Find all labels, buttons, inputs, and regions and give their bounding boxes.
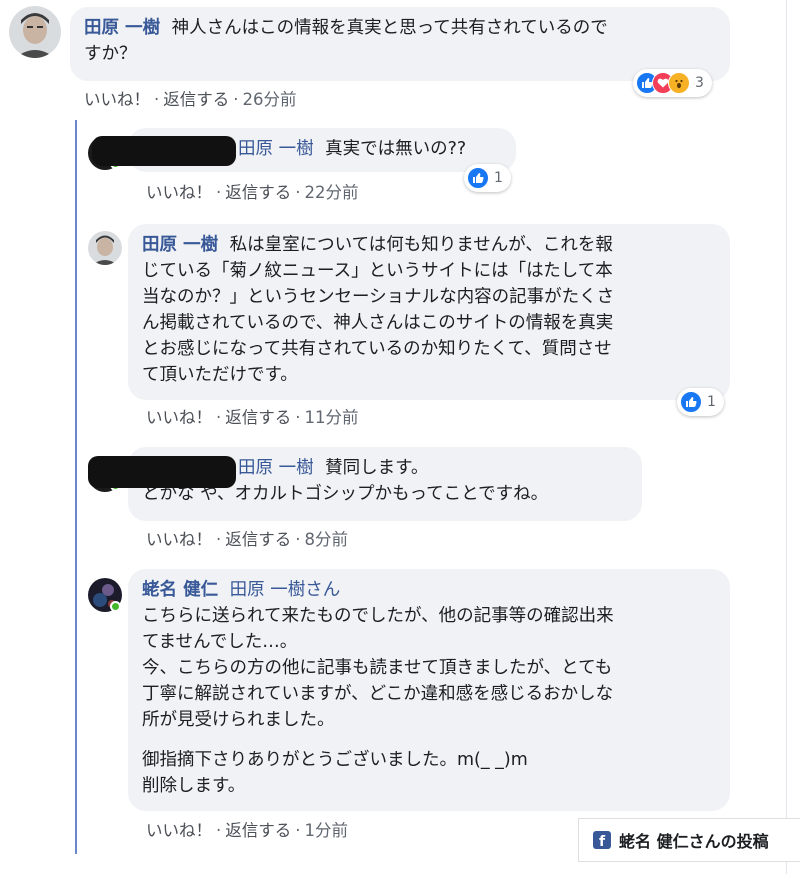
comment-text: 当なのか？」というセンセーショナルな内容の記事がたくさ [142,287,615,307]
comment-bubble: 田原 一樹 私は皇室については何も知りませんが、これを報 じている「菊ノ紋ニュー… [128,224,730,400]
comment-author[interactable]: 蛯名 健仁 [142,580,218,600]
comment-text: すか？ [84,44,137,64]
comment-actions: いいね！ · 返信する · 8分前 [146,530,349,549]
comment-text: 所が見受けられました。 [142,710,335,730]
comment-text: ん掲載されているので、神人さんはこのサイトの情報を真実 [142,313,614,333]
wow-icon [668,72,690,94]
redacted-author-name [88,456,236,488]
comment-text: じている「菊ノ紋ニュース」というサイトには「はたして本 [142,261,613,281]
like-button[interactable]: いいね！ [146,530,212,549]
mention-link[interactable]: 田原 一樹 [238,139,314,159]
redacted-author-name [92,136,236,166]
comment-text: とお感じになって共有されているのか知りたくて、質問させ [142,339,612,359]
reaction-count: 1 [494,170,503,186]
comment-text: 削除します。 [142,776,246,796]
reply-button[interactable]: 返信する [163,90,229,109]
comment-actions: いいね！ · 返信する · 22分前 [146,183,359,202]
comment-timestamp[interactable]: 8分前 [305,530,349,549]
post-chat-tab-label: 蛯名 健仁さんの投稿 [619,832,769,851]
like-button[interactable]: いいね！ [84,90,150,109]
comment-author[interactable]: 田原 一樹 [142,235,218,255]
like-button[interactable]: いいね！ [146,183,212,202]
reaction-count: 3 [695,75,704,91]
reply-button[interactable]: 返信する [225,530,291,549]
reaction-summary[interactable]: 1 [677,388,724,416]
avatar[interactable] [9,6,61,58]
comment-text: 今、こちらの方の他に記事も読ませて頂きましたが、とても [142,658,613,678]
avatar[interactable] [88,231,122,265]
reply-button[interactable]: 返信する [225,821,291,840]
like-button[interactable]: いいね！ [146,821,212,840]
comment-text: 真実では無いの?? [325,139,467,159]
comment-actions: いいね！ · 返信する · 1分前 [146,821,349,840]
thread-line [75,120,77,854]
facebook-icon: f [593,831,611,849]
comment-timestamp[interactable]: 22分前 [305,183,359,202]
reaction-summary[interactable]: 1 [464,164,511,192]
reaction-count: 1 [707,394,716,410]
comment-author[interactable]: 田原 一樹 [84,18,160,38]
comment-bubble: 田原 一樹 神人さんはこの情報を真実と思って共有されているので すか？ [70,7,730,81]
comment-timestamp[interactable]: 26分前 [243,90,297,109]
reaction-summary[interactable]: 3 [633,69,712,97]
like-button[interactable]: いいね！ [146,408,212,427]
comment-bubble: 蛯名 健仁 田原 一樹さん こちらに送られて来たものでしたが、他の記事等の確認出… [128,569,730,811]
comment-text: 御指摘下さりありがとうございました。m(_ _)m [142,750,528,770]
mention-link[interactable]: 田原 一樹さん [230,580,341,600]
comment-text: 私は皇室については何も知りませんが、これを報 [229,235,613,255]
reply-button[interactable]: 返信する [225,408,291,427]
comment-text: こちらに送られて来たものでしたが、他の記事等の確認出来 [142,606,614,626]
comment-text: 神人さんはこの情報を真実と思って共有されているので [171,18,608,38]
comment-actions: いいね！ · 返信する · 26分前 [84,90,297,109]
mention-link[interactable]: 田原 一樹 [238,458,314,478]
comment-text: 賛同します。 [325,458,429,478]
reply-button[interactable]: 返信する [225,183,291,202]
like-icon [680,391,702,413]
online-status-indicator [110,601,121,612]
comment-timestamp[interactable]: 11分前 [305,408,359,427]
comment-text: 丁寧に解説されていますが、どこか違和感を感じるおかしな [142,684,614,704]
like-icon [467,167,489,189]
panel-edge [786,0,787,874]
comment-timestamp[interactable]: 1分前 [305,821,349,840]
comment-text: てませんでした…。 [142,632,298,652]
post-chat-tab[interactable]: f 蛯名 健仁さんの投稿 [578,818,800,862]
comment-text: て頂いただけです。 [142,365,298,385]
comment-actions: いいね！ · 返信する · 11分前 [146,408,359,427]
